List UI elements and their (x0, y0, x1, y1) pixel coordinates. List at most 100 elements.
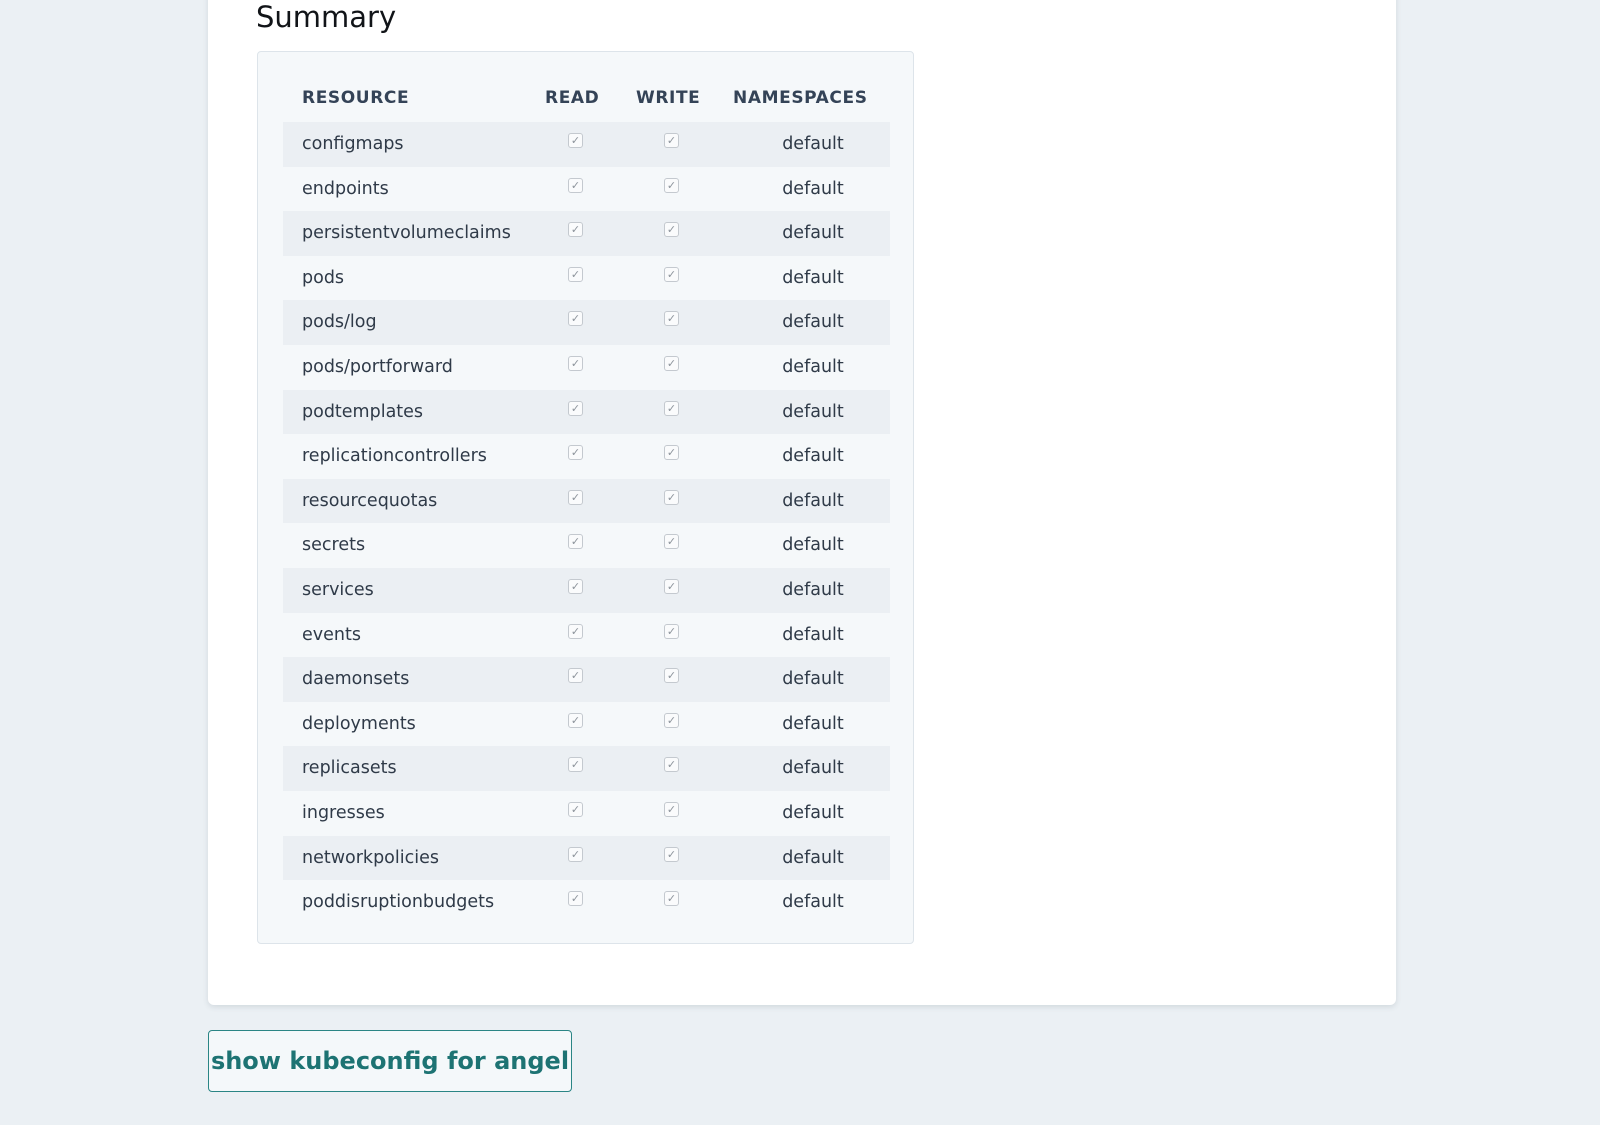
write-checkbox-icon: ✓ (664, 578, 679, 594)
resource-cell: events (302, 624, 361, 645)
write-checkbox-icon: ✓ (664, 801, 679, 817)
namespace-cell: default (782, 758, 844, 779)
resource-cell: pods (302, 267, 345, 288)
write-checkbox-icon: ✓ (664, 846, 679, 862)
namespace-cell: default (782, 356, 844, 377)
write-checkbox-icon: ✓ (664, 668, 679, 684)
write-checkbox-icon: ✓ (664, 489, 679, 505)
table-row: endpoints ✓ ✓ default (283, 167, 890, 212)
read-checkbox-icon: ✓ (568, 445, 583, 461)
write-checkbox-icon: ✓ (664, 445, 679, 461)
write-checkbox-icon: ✓ (664, 712, 679, 728)
resource-cell: secrets (302, 535, 366, 556)
table-row: services ✓ ✓ default (283, 567, 890, 613)
table-row: podtemplates ✓ ✓ default (283, 389, 890, 435)
resource-cell: poddisruptionbudgets (302, 892, 495, 913)
table-row: events ✓ ✓ default (283, 613, 890, 658)
resource-cell: persistentvolumeclaims (302, 223, 511, 244)
table-row: deployments ✓ ✓ default (283, 702, 890, 747)
namespace-cell: default (782, 713, 844, 734)
resource-cell: deployments (302, 713, 416, 734)
namespace-cell: default (782, 267, 844, 288)
namespace-cell: default (782, 401, 844, 422)
column-header-read: READ (545, 88, 600, 108)
column-header-namespaces: NAMESPACES (733, 88, 868, 108)
write-checkbox-icon: ✓ (664, 355, 679, 371)
table-row: pods/log ✓ ✓ default (283, 300, 890, 345)
show-kubeconfig-button[interactable]: show kubeconfig for angel (208, 1030, 572, 1092)
table-row: persistentvolumeclaims ✓ ✓ default (283, 211, 890, 256)
resource-cell: resourcequotas (302, 490, 438, 511)
resource-cell: networkpolicies (302, 847, 439, 868)
namespace-cell: default (782, 535, 844, 556)
read-checkbox-icon: ✓ (568, 489, 583, 505)
page-title: Summary (256, 0, 397, 34)
summary-card: Summary RESOURCE READ WRITE NAMESPACES c… (208, 0, 1396, 1005)
namespace-cell: default (782, 802, 844, 823)
table-row: networkpolicies ✓ ✓ default (283, 835, 890, 881)
column-header-write: WRITE (636, 88, 701, 108)
table-body: configmaps ✓ ✓ default endpoints ✓ ✓ default per… (283, 122, 890, 925)
namespace-cell: default (782, 446, 844, 467)
table-row: configmaps ✓ ✓ default (283, 122, 890, 167)
write-checkbox-icon: ✓ (664, 891, 679, 907)
write-checkbox-icon: ✓ (664, 534, 679, 550)
write-checkbox-icon: ✓ (664, 133, 679, 148)
column-header-resource: RESOURCE (302, 88, 410, 108)
read-checkbox-icon: ✓ (568, 668, 583, 684)
namespace-cell: default (782, 892, 844, 913)
table-row: pods/portforward ✓ ✓ default (283, 345, 890, 390)
read-checkbox-icon: ✓ (568, 311, 583, 327)
read-checkbox-icon: ✓ (568, 846, 583, 862)
table-row: secrets ✓ ✓ default (283, 523, 890, 568)
table-row: daemonsets ✓ ✓ default (283, 657, 890, 702)
resource-cell: configmaps (302, 134, 404, 154)
namespace-cell: default (782, 134, 844, 154)
resource-cell: services (302, 579, 374, 600)
write-checkbox-icon: ✓ (664, 757, 679, 773)
resource-cell: pods/portforward (302, 356, 453, 377)
write-checkbox-icon: ✓ (664, 311, 679, 327)
read-checkbox-icon: ✓ (568, 400, 583, 416)
namespace-cell: default (782, 178, 844, 199)
namespace-cell: default (782, 669, 844, 690)
read-checkbox-icon: ✓ (568, 578, 583, 594)
resource-cell: pods/log (302, 312, 377, 333)
namespace-cell: default (782, 624, 844, 645)
read-checkbox-icon: ✓ (568, 222, 583, 238)
read-checkbox-icon: ✓ (568, 801, 583, 817)
read-checkbox-icon: ✓ (568, 534, 583, 550)
table-row: poddisruptionbudgets ✓ ✓ default (283, 880, 890, 925)
read-checkbox-icon: ✓ (568, 757, 583, 773)
namespace-cell: default (782, 490, 844, 511)
table-row: replicasets ✓ ✓ default (283, 746, 890, 791)
write-checkbox-icon: ✓ (664, 623, 679, 639)
read-checkbox-icon: ✓ (568, 355, 583, 371)
namespace-cell: default (782, 223, 844, 244)
read-checkbox-icon: ✓ (568, 177, 583, 193)
read-checkbox-icon: ✓ (568, 266, 583, 282)
write-checkbox-icon: ✓ (664, 222, 679, 238)
table-header: RESOURCE READ WRITE NAMESPACES (283, 74, 890, 122)
write-checkbox-icon: ✓ (664, 400, 679, 416)
table-row: ingresses ✓ ✓ default (283, 791, 890, 836)
table-row: replicationcontrollers ✓ ✓ default (283, 434, 890, 479)
table-row: resourcequotas ✓ ✓ default (283, 478, 890, 524)
write-checkbox-icon: ✓ (664, 266, 679, 282)
permissions-table: RESOURCE READ WRITE NAMESPACES configmap… (257, 51, 914, 944)
resource-cell: ingresses (302, 802, 385, 823)
read-checkbox-icon: ✓ (568, 623, 583, 639)
namespace-cell: default (782, 579, 844, 600)
resource-cell: podtemplates (302, 401, 424, 422)
namespace-cell: default (782, 312, 844, 333)
resource-cell: endpoints (302, 178, 389, 199)
resource-cell: replicationcontrollers (302, 446, 487, 467)
read-checkbox-icon: ✓ (568, 133, 583, 148)
table-row: pods ✓ ✓ default (283, 256, 890, 301)
resource-cell: replicasets (302, 758, 397, 779)
write-checkbox-icon: ✓ (664, 177, 679, 193)
read-checkbox-icon: ✓ (568, 891, 583, 907)
read-checkbox-icon: ✓ (568, 712, 583, 728)
namespace-cell: default (782, 847, 844, 868)
resource-cell: daemonsets (302, 669, 410, 690)
